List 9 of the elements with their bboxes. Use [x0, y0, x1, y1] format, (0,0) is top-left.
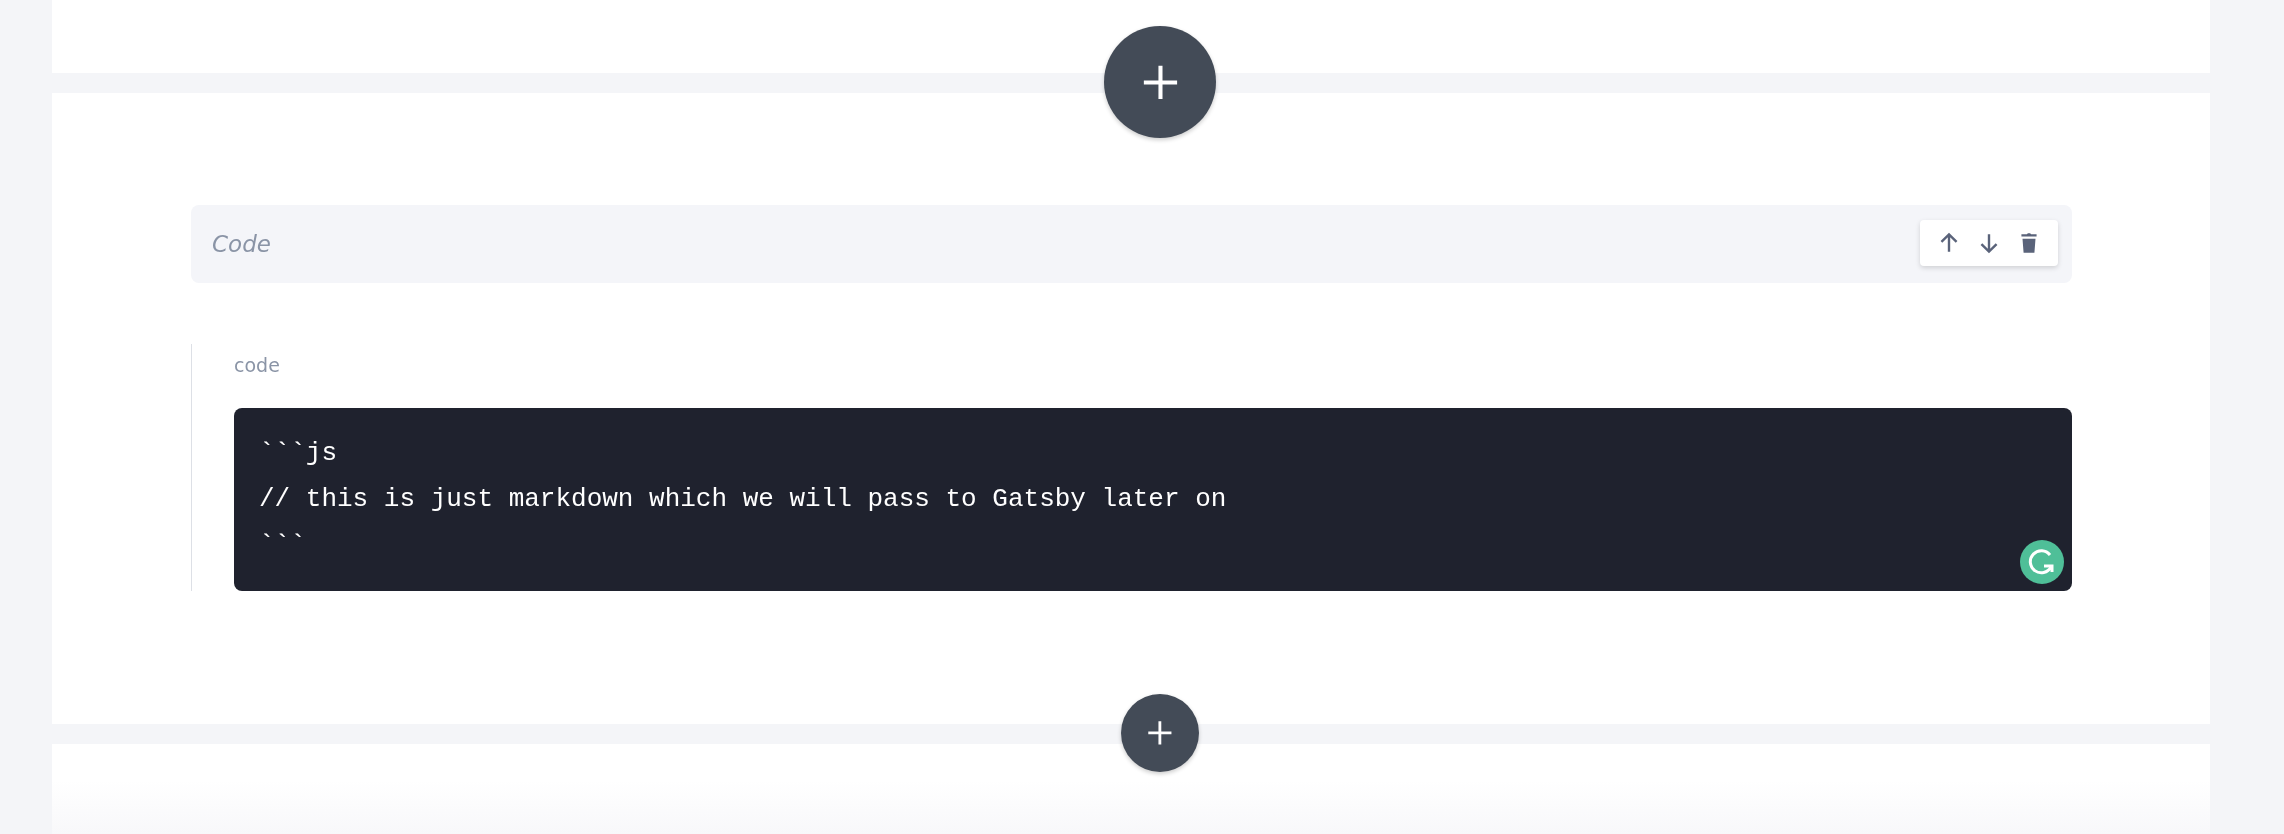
code-line: // this is just markdown which we will pass to Gatsby later on [259, 483, 1227, 516]
block-title-field[interactable]: Code [191, 205, 2072, 283]
plus-icon [1141, 63, 1179, 101]
plus-icon [1147, 720, 1173, 746]
block-label: code [234, 354, 280, 376]
refresh-badge-icon[interactable] [2020, 540, 2064, 584]
code-line: ``` [259, 529, 306, 562]
code-line: ```js [259, 437, 337, 470]
code-editor[interactable]: ```js // this is just markdown which we will pass to Gatsby later on ``` [234, 408, 2072, 591]
